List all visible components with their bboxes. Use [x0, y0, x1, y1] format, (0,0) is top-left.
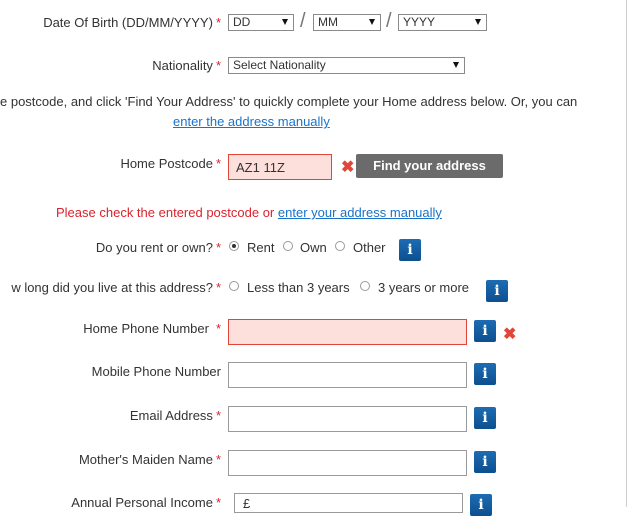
mobile-phone-label: Mobile Phone Number [92, 364, 221, 379]
home-phone-label: Home Phone Number * [83, 321, 221, 336]
find-your-address-button[interactable]: Find your address [356, 154, 503, 178]
required-marker: * [215, 58, 221, 73]
info-icon[interactable]: i [474, 407, 496, 429]
info-icon[interactable]: i [470, 494, 492, 516]
less-than-3-years-radio[interactable] [229, 281, 239, 291]
required-marker: * [215, 452, 221, 467]
home-postcode-label-text: Home Postcode [120, 156, 213, 171]
dob-year-value: YYYY [403, 15, 436, 29]
enter-address-manually-link[interactable]: enter the address manually [173, 114, 330, 129]
3-years-or-more-label: 3 years or more [378, 280, 470, 295]
own-option-label: Own [300, 240, 327, 255]
nationality-label: Nationality * [152, 58, 221, 73]
info-icon[interactable]: i [399, 239, 421, 261]
info-icon[interactable]: i [474, 451, 496, 473]
less-than-3-years-label: Less than 3 years [247, 280, 350, 295]
dob-year-select[interactable]: YYYY [398, 14, 487, 31]
required-marker: * [215, 156, 221, 171]
mobile-phone-label-text: Mobile Phone Number [91, 364, 221, 379]
email-input[interactable] [228, 406, 467, 432]
info-icon[interactable]: i [474, 363, 496, 385]
maiden-name-label-text: Mother's Maiden Name [78, 452, 213, 467]
email-label: Email Address * [130, 408, 221, 423]
postcode-error-message: Please check the entered postcode or ent… [56, 205, 442, 220]
form-panel-border [626, 0, 627, 507]
dob-day-value: DD [233, 15, 251, 29]
dob-month-select[interactable]: MM [313, 14, 381, 31]
chevron-down-icon [453, 62, 459, 68]
time-at-address-label-text: w long did you live at this address? [11, 280, 213, 295]
other-option-label: Other [353, 240, 386, 255]
income-label-text: Annual Personal Income [71, 495, 213, 510]
rent-own-label-text: Do you rent or own? [95, 240, 213, 255]
maiden-name-input[interactable] [228, 450, 467, 476]
rent-radio[interactable] [229, 241, 239, 251]
email-label-text: Email Address [129, 408, 213, 423]
dob-month-value: MM [318, 15, 338, 29]
income-label: Annual Personal Income * [71, 495, 221, 510]
required-marker: * [215, 321, 221, 336]
enter-your-address-manually-link[interactable]: enter your address manually [278, 205, 442, 220]
info-icon[interactable]: i [474, 320, 496, 342]
required-marker: * [215, 240, 221, 255]
home-postcode-label: Home Postcode * [120, 156, 221, 171]
3-years-or-more-radio[interactable] [360, 281, 370, 291]
nationality-value: Select Nationality [233, 58, 326, 72]
required-marker: * [215, 408, 221, 423]
rent-own-label: Do you rent or own? * [96, 240, 221, 255]
own-radio[interactable] [283, 241, 293, 251]
time-at-address-label: w long did you live at this address? * [11, 280, 221, 295]
dob-separator: / [386, 10, 392, 32]
home-phone-input[interactable] [228, 319, 467, 345]
postcode-error-text: Please check the entered postcode or [56, 205, 275, 220]
rent-option-label: Rent [247, 240, 275, 255]
close-icon: ✖ [341, 159, 355, 176]
dob-day-select[interactable]: DD [228, 14, 294, 31]
info-icon[interactable]: i [486, 280, 508, 302]
postcode-help-text: e postcode, and click 'Find Your Address… [0, 94, 578, 109]
dob-label: Date Of Birth (DD/MM/YYYY) * [43, 15, 221, 30]
maiden-name-label: Mother's Maiden Name * [79, 452, 221, 467]
nationality-label-text: Nationality [152, 58, 213, 73]
dob-separator: / [300, 10, 306, 32]
dob-label-text: Date Of Birth (DD/MM/YYYY) [43, 15, 213, 30]
chevron-down-icon [282, 19, 288, 25]
required-marker: * [215, 15, 221, 30]
chevron-down-icon [369, 19, 375, 25]
nationality-select[interactable]: Select Nationality [228, 57, 465, 74]
close-icon: ✖ [503, 326, 517, 343]
required-marker: * [215, 495, 221, 510]
income-input[interactable]: £ [234, 493, 463, 513]
income-value: £ [243, 496, 251, 511]
required-marker: * [215, 280, 221, 295]
chevron-down-icon [475, 19, 481, 25]
other-radio[interactable] [335, 241, 345, 251]
mobile-phone-input[interactable] [228, 362, 467, 388]
home-postcode-value: AZ1 11Z [236, 160, 285, 175]
home-phone-label-text: Home Phone Number [83, 321, 209, 336]
home-postcode-input[interactable]: AZ1 11Z [228, 154, 332, 180]
